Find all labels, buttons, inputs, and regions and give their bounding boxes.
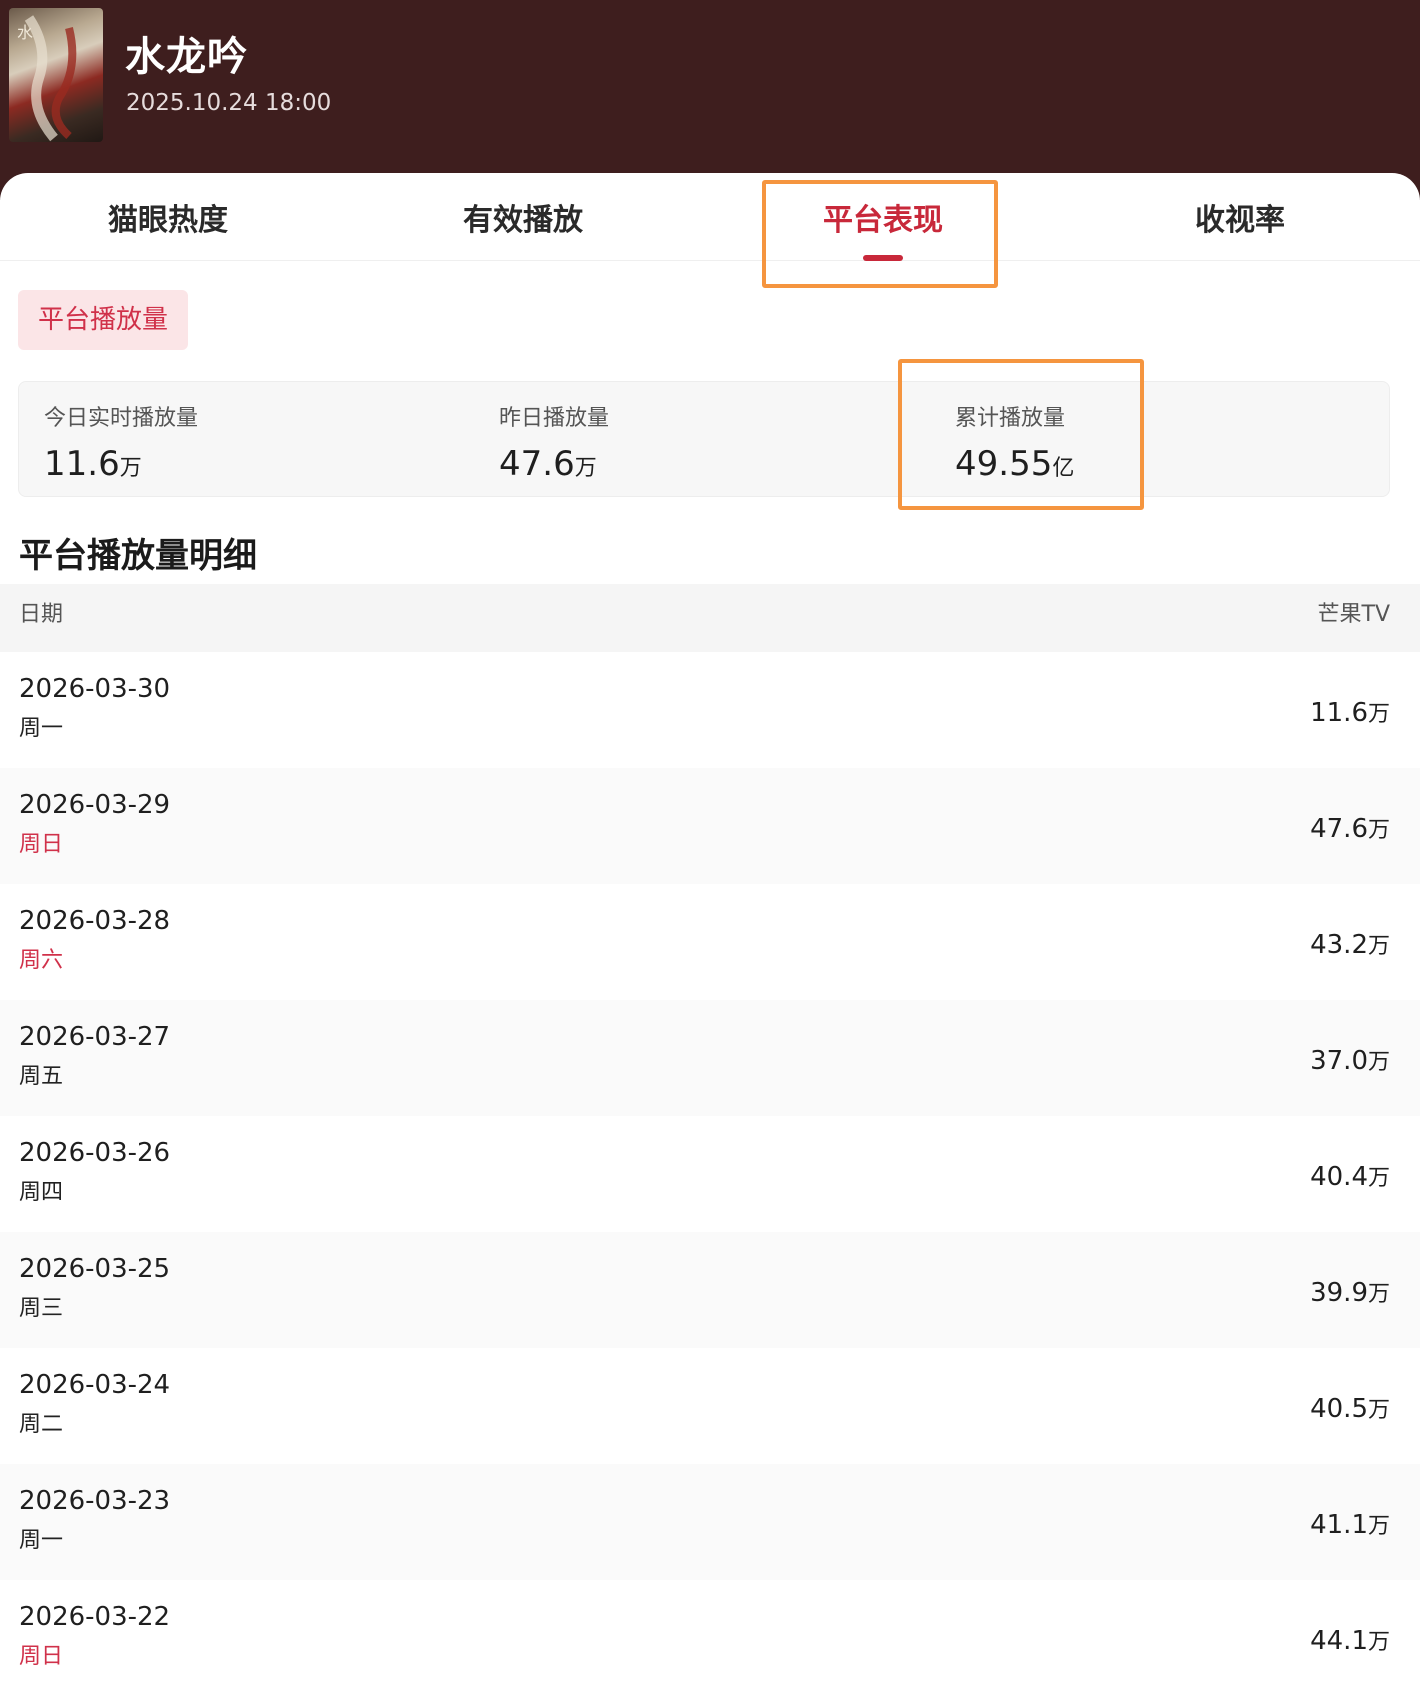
row-weekday: 周一 (19, 1528, 64, 1553)
row-value-number: 39.9 (1310, 1278, 1368, 1308)
row-weekday: 周五 (19, 1064, 64, 1089)
row-date: 2026-03-22 (19, 1602, 171, 1632)
stat-unit: 万 (119, 456, 142, 481)
row-value-number: 37.0 (1310, 1046, 1368, 1076)
stat-yesterday: 昨日播放量 47.6万 (499, 400, 609, 484)
table-row[interactable]: 2026-03-27 周五 37.0万 (0, 1000, 1420, 1116)
row-value-number: 40.4 (1310, 1162, 1368, 1192)
row-weekday: 周三 (19, 1296, 64, 1321)
stat-unit: 万 (574, 456, 597, 481)
row-date: 2026-03-23 (19, 1486, 171, 1516)
row-value: 43.2万 (1310, 928, 1390, 960)
stat-label: 昨日播放量 (499, 406, 610, 431)
row-value-unit: 万 (1367, 1050, 1390, 1075)
tab-bar: 猫眼热度 有效播放 平台表现 收视率 (0, 173, 1420, 261)
row-weekday: 周六 (19, 948, 64, 973)
row-value: 39.9万 (1310, 1276, 1390, 1308)
table-row[interactable]: 2026-03-22 周日 44.1万 (0, 1580, 1420, 1696)
row-value: 37.0万 (1310, 1044, 1390, 1076)
row-value-number: 40.5 (1310, 1394, 1368, 1424)
table-row[interactable]: 2026-03-25 周三 39.9万 (0, 1232, 1420, 1348)
row-value-unit: 万 (1367, 702, 1390, 727)
stat-unit: 亿 (1052, 456, 1075, 481)
stat-label: 累计播放量 (955, 406, 1066, 431)
row-value: 40.5万 (1310, 1392, 1390, 1424)
row-weekday: 周一 (19, 716, 64, 741)
detail-title: 平台播放量明细 (19, 536, 257, 576)
stat-today-realtime: 今日实时播放量 11.6万 (44, 400, 198, 484)
row-value-number: 41.1 (1310, 1510, 1368, 1540)
table-row[interactable]: 2026-03-23 周一 41.1万 (0, 1464, 1420, 1580)
show-datetime: 2025.10.24 18:00 (126, 90, 332, 116)
row-value-unit: 万 (1367, 1398, 1390, 1423)
row-value-unit: 万 (1367, 934, 1390, 959)
row-value-number: 44.1 (1310, 1626, 1368, 1656)
row-date: 2026-03-28 (19, 906, 171, 936)
table-row[interactable]: 2026-03-30 周一 11.6万 (0, 652, 1420, 768)
row-value: 40.4万 (1310, 1160, 1390, 1192)
row-value-number: 47.6 (1310, 814, 1368, 844)
row-value: 41.1万 (1310, 1508, 1390, 1540)
column-header-date: 日期 (19, 602, 64, 627)
poster-image[interactable]: 水 (9, 8, 103, 142)
tab-platform-performance[interactable]: 平台表现 (813, 195, 953, 239)
detail-rows: 2026-03-30 周一 11.6万 2026-03-29 周日 47.6万 … (0, 652, 1420, 1696)
row-weekday: 周四 (19, 1180, 64, 1205)
tab-effective-play[interactable]: 有效播放 (453, 195, 593, 239)
row-value-unit: 万 (1367, 1166, 1390, 1191)
row-value-number: 43.2 (1310, 930, 1368, 960)
platform-play-pill[interactable]: 平台播放量 (18, 290, 188, 350)
row-date: 2026-03-25 (19, 1254, 171, 1284)
stat-value: 49.55 (955, 444, 1053, 484)
table-header: 日期 芒果TV (0, 584, 1420, 652)
tab-ratings[interactable]: 收视率 (1175, 195, 1305, 239)
active-tab-indicator (863, 255, 903, 261)
table-row[interactable]: 2026-03-29 周日 47.6万 (0, 768, 1420, 884)
row-weekday: 周日 (19, 1644, 64, 1669)
tab-maoyan-heat[interactable]: 猫眼热度 (98, 195, 238, 239)
stat-label: 今日实时播放量 (44, 406, 199, 431)
row-date: 2026-03-30 (19, 674, 171, 704)
row-weekday: 周二 (19, 1412, 64, 1437)
stat-cumulative: 累计播放量 49.55亿 (955, 400, 1074, 484)
row-value-number: 11.6 (1310, 698, 1368, 728)
svg-text:水: 水 (17, 23, 33, 42)
row-value: 11.6万 (1310, 696, 1390, 728)
column-header-platform[interactable]: 芒果TV (1318, 596, 1391, 628)
show-title: 水龙吟 (125, 34, 248, 80)
row-date: 2026-03-29 (19, 790, 171, 820)
stats-card: 今日实时播放量 11.6万 昨日播放量 47.6万 累计播放量 49.55亿 (18, 381, 1390, 497)
content-sheet: 猫眼热度 有效播放 平台表现 收视率 平台播放量 今日实时播放量 11.6万 昨… (0, 173, 1420, 1675)
stat-value: 47.6 (499, 444, 575, 484)
stat-value: 11.6 (44, 444, 120, 484)
row-value-unit: 万 (1367, 1514, 1390, 1539)
table-row[interactable]: 2026-03-24 周二 40.5万 (0, 1348, 1420, 1464)
table-row[interactable]: 2026-03-26 周四 40.4万 (0, 1116, 1420, 1232)
row-weekday: 周日 (19, 832, 64, 857)
row-date: 2026-03-27 (19, 1022, 171, 1052)
show-header: 水 水龙吟 2025.10.24 18:00 (0, 0, 1420, 200)
row-value-unit: 万 (1367, 1282, 1390, 1307)
row-date: 2026-03-26 (19, 1138, 171, 1168)
row-value-unit: 万 (1367, 818, 1390, 843)
row-value-unit: 万 (1367, 1630, 1390, 1655)
table-row[interactable]: 2026-03-28 周六 43.2万 (0, 884, 1420, 1000)
row-value: 44.1万 (1310, 1624, 1390, 1656)
row-value: 47.6万 (1310, 812, 1390, 844)
row-date: 2026-03-24 (19, 1370, 171, 1400)
